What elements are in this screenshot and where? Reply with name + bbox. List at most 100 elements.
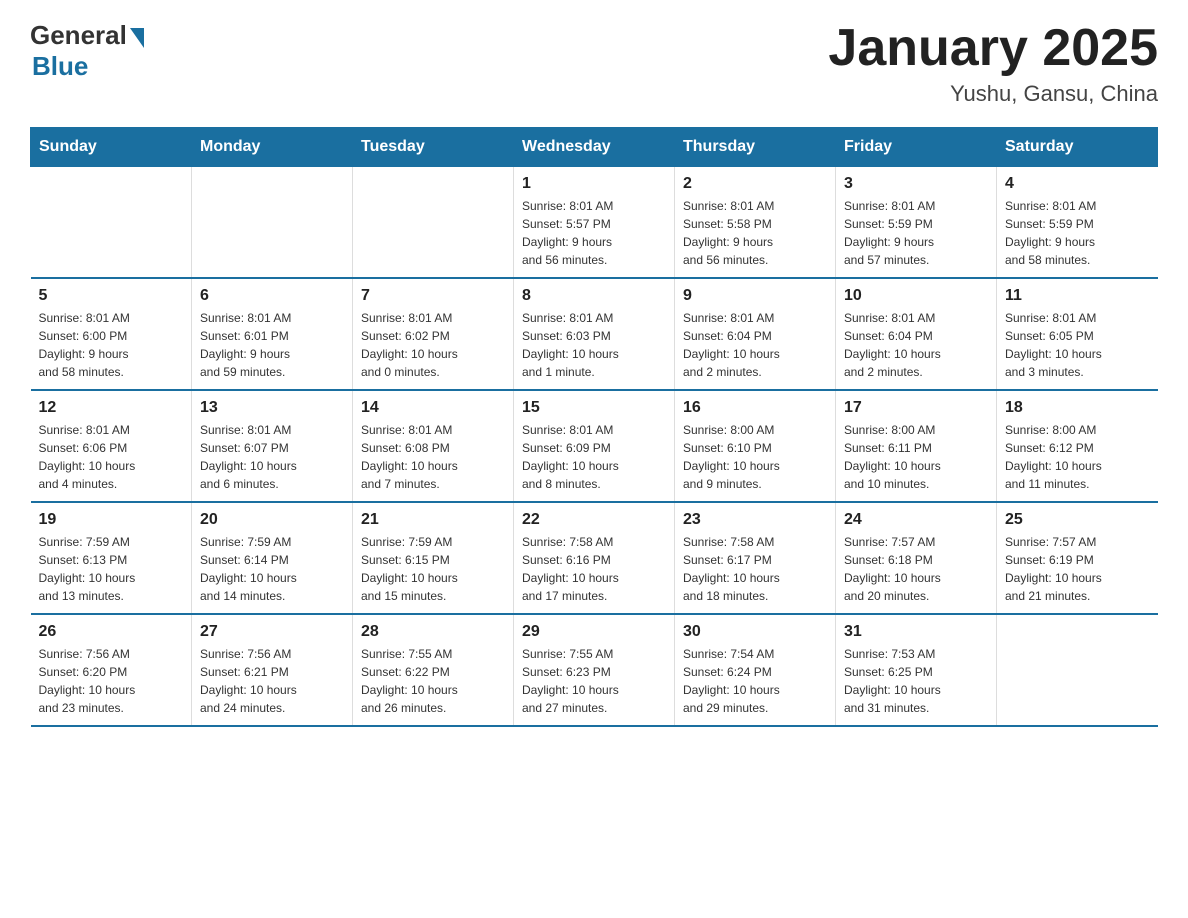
day-info: Sunrise: 7:56 AMSunset: 6:21 PMDaylight:…	[200, 645, 344, 717]
day-info: Sunrise: 8:00 AMSunset: 6:11 PMDaylight:…	[844, 421, 988, 493]
day-number: 19	[39, 511, 184, 529]
calendar-cell: 31Sunrise: 7:53 AMSunset: 6:25 PMDayligh…	[836, 614, 997, 726]
day-info: Sunrise: 8:01 AMSunset: 5:57 PMDaylight:…	[522, 197, 666, 269]
day-number: 5	[39, 287, 184, 305]
week-row-2: 5 Sunrise: 8:01 AMSunset: 6:00 PMDaylight…	[31, 278, 1158, 390]
page-header: General Blue January 2025 Yushu, Gansu, …	[30, 20, 1158, 107]
day-number: 26	[39, 623, 184, 641]
location-subtitle: Yushu, Gansu, China	[828, 81, 1158, 107]
day-number: 28	[361, 623, 505, 641]
day-info: Sunrise: 7:55 AMSunset: 6:22 PMDaylight:…	[361, 645, 505, 717]
logo-triangle-icon	[130, 28, 144, 48]
logo-general-text: General	[30, 20, 127, 51]
calendar-cell: 24Sunrise: 7:57 AMSunset: 6:18 PMDayligh…	[836, 502, 997, 614]
calendar-cell: 1Sunrise: 8:01 AMSunset: 5:57 PMDaylight…	[514, 167, 675, 279]
calendar-cell: 6 Sunrise: 8:01 AMSunset: 6:01 PMDaylight…	[192, 278, 353, 390]
calendar-cell: 23 Sunrise: 7:58 AMSunset: 6:17 PMDayligh…	[675, 502, 836, 614]
calendar-cell: 8Sunrise: 8:01 AMSunset: 6:03 PMDaylight…	[514, 278, 675, 390]
calendar-cell: 19 Sunrise: 7:59 AMSunset: 6:13 PMDayligh…	[31, 502, 192, 614]
day-info: Sunrise: 8:01 AMSunset: 6:07 PMDaylight:…	[200, 421, 344, 493]
day-number: 24	[844, 511, 988, 529]
calendar-cell: 17Sunrise: 8:00 AMSunset: 6:11 PMDayligh…	[836, 390, 997, 502]
calendar-cell: 12 Sunrise: 8:01 AMSunset: 6:06 PMDayligh…	[31, 390, 192, 502]
day-number: 6	[200, 287, 344, 305]
calendar-cell: 20 Sunrise: 7:59 AMSunset: 6:14 PMDayligh…	[192, 502, 353, 614]
week-row-4: 19 Sunrise: 7:59 AMSunset: 6:13 PMDayligh…	[31, 502, 1158, 614]
header-day-sunday: Sunday	[31, 128, 192, 167]
day-info: Sunrise: 8:01 AMSunset: 6:08 PMDaylight:…	[361, 421, 505, 493]
calendar-cell: 10Sunrise: 8:01 AMSunset: 6:04 PMDayligh…	[836, 278, 997, 390]
calendar-cell: 3 Sunrise: 8:01 AMSunset: 5:59 PMDaylight…	[836, 167, 997, 279]
day-number: 23	[683, 511, 827, 529]
day-number: 3	[844, 175, 988, 193]
header-day-friday: Friday	[836, 128, 997, 167]
day-info: Sunrise: 7:59 AMSunset: 6:14 PMDaylight:…	[200, 533, 344, 605]
day-number: 13	[200, 399, 344, 417]
calendar-cell: 26 Sunrise: 7:56 AMSunset: 6:20 PMDayligh…	[31, 614, 192, 726]
day-number: 20	[200, 511, 344, 529]
calendar-body: 1Sunrise: 8:01 AMSunset: 5:57 PMDaylight…	[31, 167, 1158, 727]
day-info: Sunrise: 8:01 AMSunset: 6:04 PMDaylight:…	[844, 309, 988, 381]
day-info: Sunrise: 7:58 AMSunset: 6:17 PMDaylight:…	[683, 533, 827, 605]
day-info: Sunrise: 7:54 AMSunset: 6:24 PMDaylight:…	[683, 645, 827, 717]
day-info: Sunrise: 8:00 AMSunset: 6:12 PMDaylight:…	[1005, 421, 1150, 493]
day-info: Sunrise: 8:01 AMSunset: 6:02 PMDaylight:…	[361, 309, 505, 381]
day-number: 2	[683, 175, 827, 193]
day-number: 22	[522, 511, 666, 529]
day-number: 7	[361, 287, 505, 305]
day-number: 15	[522, 399, 666, 417]
calendar-cell: 16Sunrise: 8:00 AMSunset: 6:10 PMDayligh…	[675, 390, 836, 502]
calendar-cell: 22 Sunrise: 7:58 AMSunset: 6:16 PMDayligh…	[514, 502, 675, 614]
day-info: Sunrise: 8:01 AMSunset: 6:00 PMDaylight:…	[39, 309, 184, 381]
calendar-cell: 13 Sunrise: 8:01 AMSunset: 6:07 PMDayligh…	[192, 390, 353, 502]
calendar-cell	[997, 614, 1158, 726]
day-number: 21	[361, 511, 505, 529]
day-info: Sunrise: 7:53 AMSunset: 6:25 PMDaylight:…	[844, 645, 988, 717]
day-info: Sunrise: 8:01 AMSunset: 6:05 PMDaylight:…	[1005, 309, 1150, 381]
day-number: 30	[683, 623, 827, 641]
day-info: Sunrise: 8:01 AMSunset: 5:59 PMDaylight:…	[844, 197, 988, 269]
day-number: 4	[1005, 175, 1150, 193]
day-info: Sunrise: 8:00 AMSunset: 6:10 PMDaylight:…	[683, 421, 827, 493]
day-number: 11	[1005, 287, 1150, 305]
header-day-monday: Monday	[192, 128, 353, 167]
month-year-title: January 2025	[828, 20, 1158, 77]
week-row-1: 1Sunrise: 8:01 AMSunset: 5:57 PMDaylight…	[31, 167, 1158, 279]
day-info: Sunrise: 8:01 AMSunset: 5:58 PMDaylight:…	[683, 197, 827, 269]
day-info: Sunrise: 7:56 AMSunset: 6:20 PMDaylight:…	[39, 645, 184, 717]
calendar-cell: 9Sunrise: 8:01 AMSunset: 6:04 PMDaylight…	[675, 278, 836, 390]
calendar-cell	[192, 167, 353, 279]
day-info: Sunrise: 8:01 AMSunset: 6:04 PMDaylight:…	[683, 309, 827, 381]
calendar-cell: 29 Sunrise: 7:55 AMSunset: 6:23 PMDayligh…	[514, 614, 675, 726]
day-info: Sunrise: 8:01 AMSunset: 6:01 PMDaylight:…	[200, 309, 344, 381]
week-row-5: 26 Sunrise: 7:56 AMSunset: 6:20 PMDayligh…	[31, 614, 1158, 726]
week-row-3: 12 Sunrise: 8:01 AMSunset: 6:06 PMDayligh…	[31, 390, 1158, 502]
day-info: Sunrise: 7:59 AMSunset: 6:13 PMDaylight:…	[39, 533, 184, 605]
day-number: 29	[522, 623, 666, 641]
logo: General Blue	[30, 20, 144, 82]
day-info: Sunrise: 7:59 AMSunset: 6:15 PMDaylight:…	[361, 533, 505, 605]
calendar-cell: 25Sunrise: 7:57 AMSunset: 6:19 PMDayligh…	[997, 502, 1158, 614]
day-info: Sunrise: 8:01 AMSunset: 6:09 PMDaylight:…	[522, 421, 666, 493]
calendar-cell: 27 Sunrise: 7:56 AMSunset: 6:21 PMDayligh…	[192, 614, 353, 726]
header-day-tuesday: Tuesday	[353, 128, 514, 167]
title-area: January 2025 Yushu, Gansu, China	[828, 20, 1158, 107]
header-day-wednesday: Wednesday	[514, 128, 675, 167]
day-info: Sunrise: 8:01 AMSunset: 6:06 PMDaylight:…	[39, 421, 184, 493]
calendar-header: SundayMondayTuesdayWednesdayThursdayFrid…	[31, 128, 1158, 167]
calendar-cell: 11 Sunrise: 8:01 AMSunset: 6:05 PMDayligh…	[997, 278, 1158, 390]
calendar-cell	[31, 167, 192, 279]
calendar-cell: 18 Sunrise: 8:00 AMSunset: 6:12 PMDayligh…	[997, 390, 1158, 502]
logo-blue-text: Blue	[32, 51, 88, 82]
day-number: 12	[39, 399, 184, 417]
day-number: 27	[200, 623, 344, 641]
day-info: Sunrise: 7:55 AMSunset: 6:23 PMDaylight:…	[522, 645, 666, 717]
header-day-saturday: Saturday	[997, 128, 1158, 167]
calendar-cell: 15 Sunrise: 8:01 AMSunset: 6:09 PMDayligh…	[514, 390, 675, 502]
day-info: Sunrise: 7:58 AMSunset: 6:16 PMDaylight:…	[522, 533, 666, 605]
calendar-cell: 2 Sunrise: 8:01 AMSunset: 5:58 PMDaylight…	[675, 167, 836, 279]
calendar-cell: 14Sunrise: 8:01 AMSunset: 6:08 PMDayligh…	[353, 390, 514, 502]
day-number: 18	[1005, 399, 1150, 417]
calendar-cell: 30 Sunrise: 7:54 AMSunset: 6:24 PMDayligh…	[675, 614, 836, 726]
day-info: Sunrise: 7:57 AMSunset: 6:19 PMDaylight:…	[1005, 533, 1150, 605]
